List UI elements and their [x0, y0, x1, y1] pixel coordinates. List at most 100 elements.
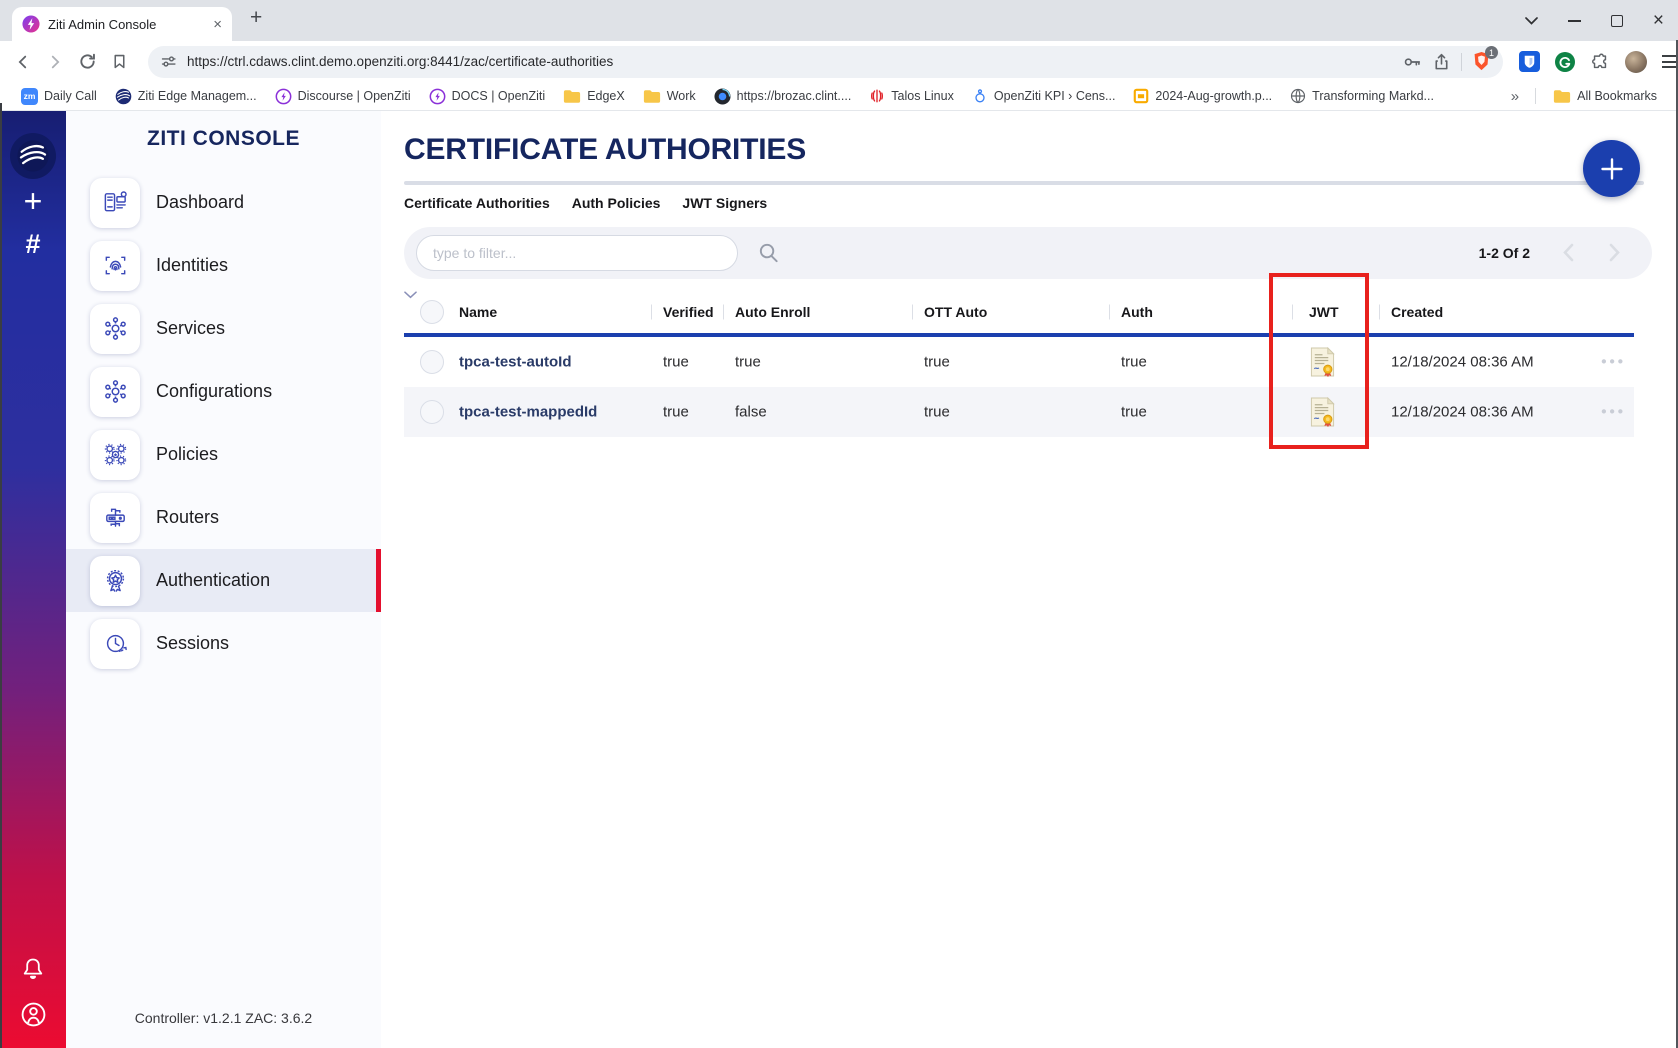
bitwarden-icon[interactable]	[1519, 51, 1540, 72]
sidebar-item-services[interactable]: Services	[66, 297, 381, 360]
column-jwt[interactable]: JWT	[1309, 304, 1339, 320]
window-left-edge	[0, 103, 2, 1048]
page-title: CERTIFICATE AUTHORITIES	[404, 133, 806, 167]
tab-jwt-signers[interactable]: JWT Signers	[682, 195, 767, 211]
brave-shield-icon[interactable]: 1	[1472, 51, 1491, 72]
ca-name[interactable]: tpca-test-mappedId	[459, 404, 597, 421]
site-settings-icon[interactable]	[160, 53, 177, 70]
tab-close-icon[interactable]: ×	[213, 16, 222, 33]
table-row[interactable]: tpca-test-mappedId true false true true …	[404, 387, 1634, 437]
column-auth[interactable]: Auth	[1121, 304, 1153, 320]
row-checkbox[interactable]	[420, 400, 444, 424]
add-ca-button[interactable]	[1583, 140, 1640, 197]
minimize-button[interactable]	[1568, 20, 1581, 22]
column-created[interactable]: Created	[1391, 304, 1443, 320]
extensions-puzzle-icon[interactable]	[1590, 52, 1610, 72]
address-bar-divider	[1461, 53, 1462, 71]
created-value: 12/18/2024 08:36 AM	[1391, 354, 1534, 371]
url-text[interactable]: https://ctrl.cdaws.clint.demo.openziti.o…	[187, 54, 1392, 69]
openziti-bolt-icon	[275, 88, 292, 105]
routers-circuit-icon	[90, 493, 140, 543]
close-button[interactable]: ×	[1653, 11, 1664, 30]
table-header: Name Verified Auto Enroll OTT Auto Auth …	[404, 291, 1634, 333]
password-key-icon[interactable]	[1402, 52, 1422, 72]
jwt-certificate-icon[interactable]	[1309, 347, 1336, 378]
sidebar-item-dashboard[interactable]: Dashboard	[66, 171, 381, 234]
bookmark-openziti-kpi[interactable]: OpenZiti KPI › Cens...	[963, 86, 1125, 106]
auto-enroll-value: false	[735, 404, 767, 421]
bookmark-brozac[interactable]: https://brozac.clint....	[705, 86, 861, 107]
ziti-logo-icon[interactable]	[10, 133, 56, 179]
sidebar-item-label: Services	[156, 318, 225, 339]
bookmark-transforming-markdown[interactable]: Transforming Markd...	[1281, 86, 1443, 106]
column-name[interactable]: Name	[459, 304, 497, 320]
bookmark-flag-icon[interactable]	[111, 53, 128, 70]
row-menu-icon[interactable]: •••	[1601, 404, 1626, 421]
title-divider	[404, 181, 1644, 185]
bookmark-edgex-folder[interactable]: EdgeX	[554, 87, 634, 106]
forward-icon[interactable]	[46, 53, 64, 71]
maximize-button[interactable]	[1611, 15, 1623, 27]
auth-value: true	[1121, 404, 1147, 421]
bookmark-docs-openziti[interactable]: DOCS | OpenZiti	[420, 86, 555, 107]
bookmark-growth-doc[interactable]: 2024-Aug-growth.p...	[1124, 86, 1281, 106]
column-auto-enroll[interactable]: Auto Enroll	[735, 304, 810, 320]
sidebar-item-configurations[interactable]: Configurations	[66, 360, 381, 423]
tab-auth-policies[interactable]: Auth Policies	[572, 195, 661, 211]
bookmark-talos-linux[interactable]: Talos Linux	[860, 86, 963, 106]
rail-hash-icon[interactable]: #	[0, 229, 66, 260]
sidebar-nav: Dashboard Identities Services	[66, 171, 381, 675]
column-ott-auto[interactable]: OTT Auto	[924, 304, 987, 320]
search-icon[interactable]	[756, 240, 781, 265]
row-menu-icon[interactable]: •••	[1601, 354, 1626, 371]
all-bookmarks-button[interactable]: All Bookmarks	[1544, 87, 1666, 106]
row-checkbox[interactable]	[420, 350, 444, 374]
sidebar-item-authentication[interactable]: Authentication	[66, 549, 381, 612]
sidebar-item-label: Policies	[156, 444, 218, 465]
reload-icon[interactable]	[78, 52, 97, 71]
notifications-bell-icon[interactable]	[20, 956, 46, 982]
sidebar-item-routers[interactable]: Routers	[66, 486, 381, 549]
chevron-right-icon[interactable]	[1609, 243, 1620, 262]
ca-name[interactable]: tpca-test-autoId	[459, 354, 572, 371]
tab-search-icon[interactable]	[1525, 17, 1538, 25]
table-row[interactable]: tpca-test-autoId true true true true 12/…	[404, 337, 1634, 387]
sidebar-item-label: Identities	[156, 255, 228, 276]
bookmark-discourse-openziti[interactable]: Discourse | OpenZiti	[266, 86, 420, 107]
bookmark-ziti-edge[interactable]: Ziti Edge Managem...	[106, 86, 266, 107]
profile-person-icon[interactable]	[20, 1001, 47, 1028]
sort-chevron-icon[interactable]	[404, 291, 1634, 299]
extension-icons	[1519, 51, 1678, 73]
select-all-checkbox[interactable]	[420, 300, 444, 324]
tab-certificate-authorities[interactable]: Certificate Authorities	[404, 195, 550, 211]
brozac-site-icon	[714, 88, 731, 105]
chevron-left-icon[interactable]	[1563, 243, 1574, 262]
grammarly-icon[interactable]	[1555, 52, 1575, 72]
tab-title: Ziti Admin Console	[48, 17, 205, 32]
new-tab-button[interactable]: +	[250, 6, 262, 30]
jwt-certificate-icon[interactable]	[1309, 397, 1336, 428]
configurations-network-icon	[90, 367, 140, 417]
browser-toolbar: https://ctrl.cdaws.clint.demo.openziti.o…	[0, 41, 1678, 82]
profile-avatar[interactable]	[1625, 51, 1647, 73]
column-verified[interactable]: Verified	[663, 304, 714, 320]
address-bar[interactable]: https://ctrl.cdaws.clint.demo.openziti.o…	[148, 46, 1503, 78]
policies-gears-icon	[90, 430, 140, 480]
bookmark-daily-call[interactable]: zm Daily Call	[12, 86, 106, 107]
talos-wave-icon	[869, 88, 885, 104]
ott-auto-value: true	[924, 404, 950, 421]
ott-auto-value: true	[924, 354, 950, 371]
sidebar-item-identities[interactable]: Identities	[66, 234, 381, 297]
sidebar-item-policies[interactable]: Policies	[66, 423, 381, 486]
console-title: ZITI CONSOLE	[66, 127, 381, 151]
globe-icon	[1290, 88, 1306, 104]
browser-tab[interactable]: Ziti Admin Console ×	[12, 7, 232, 41]
bookmarks-overflow-icon[interactable]: »	[1503, 88, 1527, 105]
ziti-globe-icon	[115, 88, 132, 105]
rail-add-icon[interactable]: +	[0, 183, 66, 220]
bookmark-work-folder[interactable]: Work	[634, 87, 705, 106]
sidebar-item-sessions[interactable]: Sessions	[66, 612, 381, 675]
back-icon[interactable]	[14, 53, 32, 71]
share-icon[interactable]	[1432, 52, 1451, 71]
filter-input[interactable]	[416, 235, 738, 271]
